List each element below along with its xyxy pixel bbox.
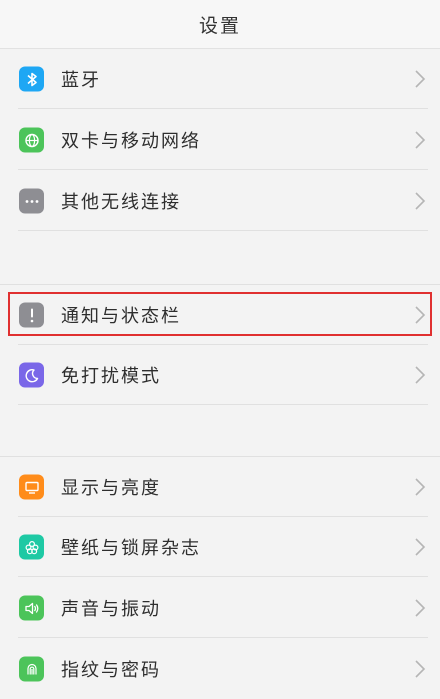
settings-item-do-not-disturb[interactable]: 免打扰模式 [0,345,440,405]
chevron-right-icon [415,131,426,149]
settings-item-label: 指纹与密码 [61,660,161,681]
bluetooth-icon [19,66,44,92]
settings-item-label: 声音与振动 [61,599,161,620]
settings-item-label: 双卡与移动网络 [61,131,201,152]
settings-item-label: 蓝牙 [61,70,101,91]
chevron-right-icon [415,70,426,88]
chevron-right-icon [415,538,426,556]
exclamation-icon [19,302,44,328]
settings-item-label: 其他无线连接 [61,192,181,213]
settings-item-fingerprint[interactable]: 指纹与密码 [0,639,440,699]
chevron-right-icon [415,599,426,617]
chevron-right-icon [415,192,426,210]
moon-icon [19,362,44,388]
chevron-right-icon [415,306,426,324]
settings-item-label: 免打扰模式 [61,366,161,387]
settings-item-label: 壁纸与锁屏杂志 [61,538,201,559]
settings-item-label: 通知与状态栏 [61,306,181,327]
chevron-right-icon [415,478,426,496]
chevron-right-icon [415,660,426,678]
settings-item-wallpaper[interactable]: 壁纸与锁屏杂志 [0,517,440,577]
row-divider [18,108,428,109]
chevron-right-icon [415,366,426,384]
settings-item-dual-sim[interactable]: 双卡与移动网络 [0,110,440,170]
settings-item-sound[interactable]: 声音与振动 [0,578,440,638]
row-divider [18,404,428,405]
monitor-icon [19,474,44,500]
page-title-bar: 设置 [0,0,440,49]
more-dots-icon [19,188,44,214]
settings-item-display[interactable]: 显示与亮度 [0,456,440,517]
settings-item-notifications[interactable]: 通知与状态栏 [0,284,440,345]
row-divider [18,637,428,638]
settings-item-other-wireless[interactable]: 其他无线连接 [0,171,440,231]
globe-icon [19,127,44,153]
settings-item-bluetooth[interactable]: 蓝牙 [0,49,440,109]
speaker-icon [19,595,44,621]
flower-icon [19,534,44,560]
row-divider [18,230,428,231]
fingerprint-icon [19,656,44,682]
row-divider [18,576,428,577]
settings-item-label: 显示与亮度 [61,478,161,499]
row-divider [18,169,428,170]
page-title: 设置 [198,14,241,37]
